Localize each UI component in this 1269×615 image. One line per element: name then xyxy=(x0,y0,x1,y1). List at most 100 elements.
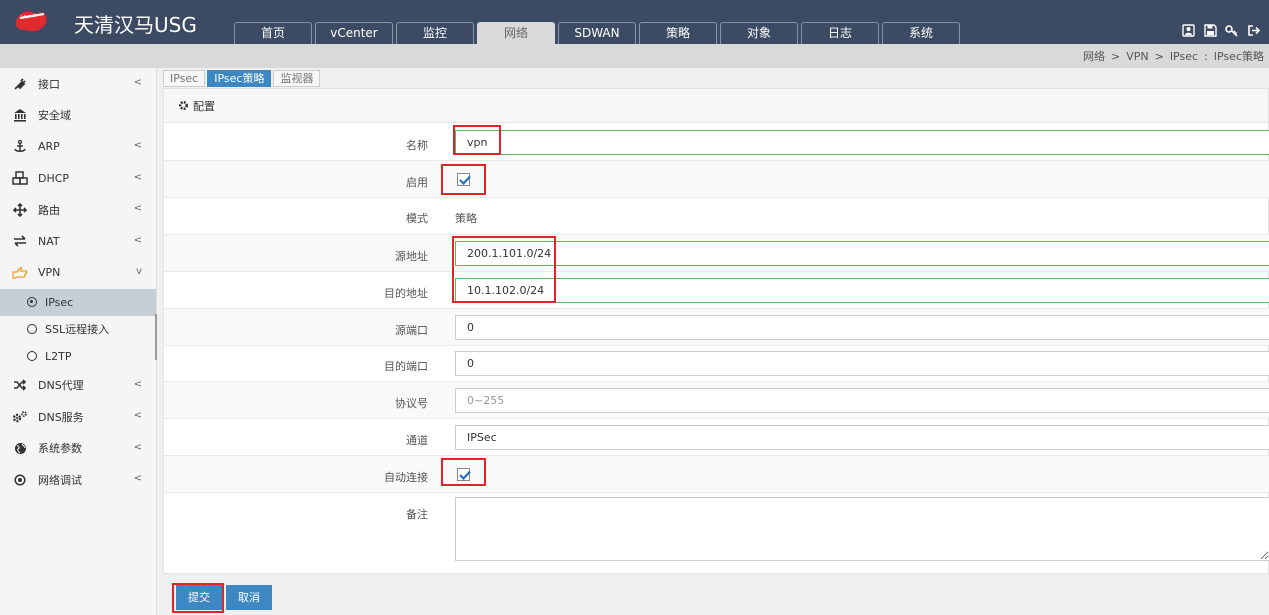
sidebar-item-label: NAT xyxy=(38,234,60,248)
remark-textarea[interactable] xyxy=(455,497,1269,561)
protocol-input[interactable]: 0~255 xyxy=(455,388,1269,413)
form-row-source-address: 源地址 200.1.101.0/24 xyxy=(164,235,1269,272)
chevron-down-icon: v xyxy=(136,266,142,277)
plug-icon xyxy=(12,77,28,91)
sidebar-item-security-zone[interactable]: 安全域 xyxy=(0,100,156,132)
sidebar-item-network-debug[interactable]: 网络调试 < xyxy=(0,464,156,496)
breadcrumb-item-ipsec[interactable]: IPsec xyxy=(1170,50,1198,63)
sidebar-item-label: 接口 xyxy=(38,77,60,91)
circle-icon xyxy=(27,324,37,334)
chevron-left-icon: < xyxy=(133,140,142,151)
nav-tab-policy[interactable]: 策略 xyxy=(639,22,717,44)
sidebar-item-label: VPN xyxy=(38,266,61,280)
form-row-destination-address: 目的地址 10.1.102.0/24 xyxy=(164,272,1269,309)
chevron-left-icon: < xyxy=(133,410,142,421)
sidebar-item-interface[interactable]: 接口 < xyxy=(0,68,156,100)
key-icon[interactable] xyxy=(1221,20,1243,40)
sidebar-item-label: 路由 xyxy=(38,203,60,217)
breadcrumb-separator: > xyxy=(1110,50,1121,63)
nav-tab-sdwan[interactable]: SDWAN xyxy=(558,22,636,44)
anchor-icon xyxy=(12,139,28,154)
sidebar-item-label: 系统参数 xyxy=(38,442,82,456)
radio-dot-icon xyxy=(27,297,37,307)
nav-tab-system[interactable]: 系统 xyxy=(882,22,960,44)
sidebar: 接口 < 安全域 ARP < DHCP < 路由 < NAT < VPN v I… xyxy=(0,68,158,615)
logout-icon[interactable] xyxy=(1243,20,1265,40)
mode-label: 模式 xyxy=(406,212,428,225)
hand-pointer-icon xyxy=(12,266,28,280)
sidebar-item-arp[interactable]: ARP < xyxy=(0,131,156,163)
form-row-mode: 模式 策略 xyxy=(164,198,1269,235)
chevron-left-icon: < xyxy=(133,441,142,453)
source-address-input[interactable]: 200.1.101.0/24 xyxy=(455,241,1269,266)
venus-logo: Venus xyxy=(14,8,50,34)
check-icon xyxy=(459,175,471,186)
tab-ipsec[interactable]: IPsec xyxy=(163,70,206,87)
app-title: 天清汉马USG xyxy=(74,13,197,37)
chevron-left-icon: < xyxy=(133,77,142,88)
breadcrumb-separator: > xyxy=(1154,50,1164,63)
config-panel: 配置 名称 vpn 启用 模式 策略 源地址 200.1.101.0/24 目的… xyxy=(163,88,1269,574)
sidebar-subitem-ipsec[interactable]: IPsec xyxy=(0,288,156,316)
sidebar-item-label: 安全域 xyxy=(38,109,71,123)
panel-header: 配置 xyxy=(164,89,1268,123)
sidebar-subitem-label: L2TP xyxy=(45,349,72,363)
mode-value: 策略 xyxy=(455,212,477,225)
main-nav: 首页 vCenter 监控 网络 SDWAN 策略 对象 日志 系统 xyxy=(234,22,963,44)
nav-tab-vcenter[interactable]: vCenter xyxy=(315,22,393,44)
form-row-protocol: 协议号 0~255 xyxy=(164,382,1269,419)
globe-icon xyxy=(12,441,28,455)
sidebar-item-dns-proxy[interactable]: DNS代理 < xyxy=(0,370,156,402)
form-row-enable: 启用 xyxy=(164,161,1269,198)
breadcrumb-bar: 网络 > VPN > IPsec: IPsec策略 xyxy=(0,44,1269,68)
sub-tab-bar: IPsec IPsec策略 监视器 xyxy=(163,70,322,87)
nav-tab-network[interactable]: 网络 xyxy=(477,22,555,44)
breadcrumb-item-network[interactable]: 网络 xyxy=(1083,50,1105,63)
save-icon[interactable] xyxy=(1199,20,1221,40)
gear-icon xyxy=(178,100,189,111)
tab-monitor[interactable]: 监视器 xyxy=(273,70,321,87)
breadcrumb-separator: : xyxy=(1204,50,1208,63)
source-port-input[interactable]: 0 xyxy=(455,315,1269,340)
sidebar-item-system-params[interactable]: 系统参数 < xyxy=(0,433,156,465)
form-row-tunnel: 通道 IPSec xyxy=(164,419,1269,456)
auto-connect-checkbox[interactable] xyxy=(457,468,471,481)
user-icon[interactable] xyxy=(1177,20,1199,40)
header-icon-group xyxy=(1177,20,1265,40)
sidebar-item-routing[interactable]: 路由 < xyxy=(0,194,156,226)
enable-label: 启用 xyxy=(406,176,428,189)
breadcrumb: 网络 > VPN > IPsec: IPsec策略 xyxy=(1080,48,1267,64)
name-input[interactable]: vpn xyxy=(455,130,1269,155)
chevron-left-icon: < xyxy=(133,378,142,390)
tab-ipsec-policy[interactable]: IPsec策略 xyxy=(207,70,272,87)
nav-tab-home[interactable]: 首页 xyxy=(234,22,312,44)
enable-checkbox[interactable] xyxy=(457,173,471,186)
destination-address-input[interactable]: 10.1.102.0/24 xyxy=(455,278,1269,303)
submit-button[interactable]: 提交 xyxy=(176,585,222,610)
chevron-left-icon: < xyxy=(133,203,142,214)
form-row-auto-connect: 自动连接 xyxy=(164,456,1269,493)
sidebar-item-label: DHCP xyxy=(38,171,70,185)
sidebar-item-label: 网络调试 xyxy=(38,473,82,487)
cancel-button[interactable]: 取消 xyxy=(226,585,272,610)
random-icon xyxy=(12,378,28,392)
nav-tab-object[interactable]: 对象 xyxy=(720,22,798,44)
cogs-icon xyxy=(12,410,28,424)
sidebar-subitem-l2tp[interactable]: L2TP xyxy=(0,343,156,370)
sidebar-item-nat[interactable]: NAT < xyxy=(0,226,156,258)
dot-circle-icon xyxy=(12,473,28,487)
sidebar-item-vpn[interactable]: VPN v xyxy=(0,257,156,289)
form-row-source-port: 源端口 0 xyxy=(164,309,1269,346)
nav-tab-monitor[interactable]: 监控 xyxy=(396,22,474,44)
sidebar-subitem-ssl-remote[interactable]: SSL远程接入 xyxy=(0,316,156,343)
sidebar-item-dns-service[interactable]: DNS服务 < xyxy=(0,401,156,433)
sidebar-item-dhcp[interactable]: DHCP < xyxy=(0,163,156,195)
tunnel-select[interactable]: IPSec xyxy=(455,425,1269,450)
nav-tab-log[interactable]: 日志 xyxy=(801,22,879,44)
source-port-label: 源端口 xyxy=(395,324,428,337)
sidebar-item-label: DNS代理 xyxy=(38,379,84,393)
bank-icon xyxy=(12,108,28,122)
form-row-destination-port: 目的端口 0 xyxy=(164,346,1269,382)
breadcrumb-item-vpn[interactable]: VPN xyxy=(1126,50,1148,63)
destination-port-input[interactable]: 0 xyxy=(455,351,1269,376)
